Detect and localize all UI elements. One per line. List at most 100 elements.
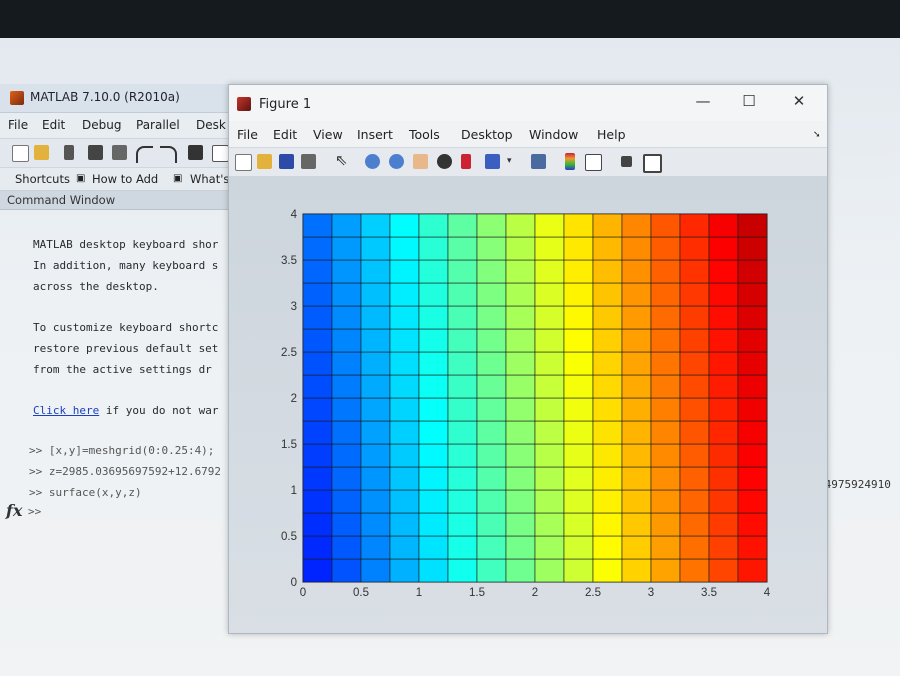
- menu-overflow-icon[interactable]: ➘: [813, 130, 821, 140]
- save-icon[interactable]: [279, 154, 294, 169]
- surface-cell: [360, 397, 391, 422]
- new-figure-icon[interactable]: [235, 154, 252, 171]
- menu-parallel[interactable]: Parallel: [136, 118, 180, 132]
- menu-debug[interactable]: Debug: [82, 118, 121, 132]
- surface-cell: [389, 213, 420, 238]
- surface-cell: [389, 420, 420, 445]
- fig-menu-tools[interactable]: Tools: [409, 127, 440, 142]
- surface-cell: [679, 328, 710, 353]
- surface-plot: 0 0.5 1 1.5 2 2.5 3 3.5 4 0 0.5 1 1.5 2 2.5 3 3.5 4: [281, 209, 771, 599]
- colorbar-icon[interactable]: [565, 153, 575, 170]
- matlab-titlebar: MATLAB 7.10.0 (R2010a): [0, 84, 232, 113]
- menu-desktop[interactable]: Desk: [196, 118, 226, 132]
- zoom-in-icon[interactable]: [365, 154, 380, 169]
- surface-cell: [360, 213, 391, 238]
- link-plot-icon[interactable]: [531, 154, 546, 169]
- surface-cell: [360, 489, 391, 514]
- x-tick-label: 0: [300, 587, 306, 599]
- surface-cell: [447, 351, 478, 376]
- command-prompt[interactable]: >>: [28, 505, 41, 518]
- cut-icon[interactable]: [64, 145, 74, 160]
- surface-cell: [331, 512, 362, 537]
- print-icon[interactable]: [301, 154, 316, 169]
- shortcuts-label[interactable]: Shortcuts: [15, 172, 70, 186]
- surface-cell: [650, 374, 681, 399]
- show-plot-tools-icon[interactable]: [643, 154, 662, 173]
- surface-cell: [476, 213, 507, 238]
- x-tick-label: 3.5: [701, 587, 717, 599]
- surface-cell: [563, 282, 594, 307]
- fig-menu-desktop[interactable]: Desktop: [461, 127, 513, 142]
- surface-cell: [389, 351, 420, 376]
- open-file-icon[interactable]: [257, 154, 272, 169]
- brush-dropdown-icon[interactable]: ▾: [507, 156, 522, 171]
- simulink-icon[interactable]: [188, 145, 203, 160]
- new-file-icon[interactable]: [12, 145, 29, 162]
- x-tick-labels: 0 0.5 1 1.5 2 2.5 3 3.5 4: [300, 587, 771, 599]
- surface-cell: [534, 351, 565, 376]
- undo-icon[interactable]: [136, 146, 153, 163]
- intro-line: In addition, many keyboard s: [33, 259, 219, 272]
- surface-cell: [592, 558, 623, 583]
- surface-cell: [563, 558, 594, 583]
- pan-hand-icon[interactable]: [413, 154, 428, 169]
- guide-icon[interactable]: [212, 145, 229, 162]
- surface-cell: [621, 397, 652, 422]
- surface-cell: [302, 489, 333, 514]
- fig-menu-help[interactable]: Help: [597, 127, 626, 142]
- figure-title: Figure 1: [259, 97, 312, 112]
- surface-cell: [302, 236, 333, 261]
- surface-cell: [505, 397, 536, 422]
- hide-plot-tools-icon[interactable]: [621, 156, 632, 167]
- paste-icon[interactable]: [112, 145, 127, 160]
- surface-cell: [708, 512, 739, 537]
- fig-menu-edit[interactable]: Edit: [273, 127, 297, 142]
- surface-cell: [389, 466, 420, 491]
- shortcut-how-to-add[interactable]: How to Add: [92, 172, 158, 186]
- redo-icon[interactable]: [160, 146, 177, 163]
- fig-menu-file[interactable]: File: [237, 127, 258, 142]
- open-folder-icon[interactable]: [34, 145, 49, 160]
- click-here-link[interactable]: Click here: [33, 404, 99, 417]
- surface-cell: [476, 236, 507, 261]
- shortcut-whats-new[interactable]: What's: [190, 172, 229, 186]
- data-cursor-icon[interactable]: [461, 154, 471, 169]
- surface-cell: [592, 443, 623, 468]
- brush-icon[interactable]: [485, 154, 500, 169]
- zoom-out-icon[interactable]: [389, 154, 404, 169]
- surface-cell: [360, 466, 391, 491]
- fig-menu-insert[interactable]: Insert: [357, 127, 393, 142]
- surface-cell: [476, 259, 507, 284]
- surface-cell: [476, 420, 507, 445]
- legend-icon[interactable]: [585, 154, 602, 171]
- surface-cell: [476, 466, 507, 491]
- surface-cell: [592, 351, 623, 376]
- surface-cell: [389, 282, 420, 307]
- surface-cell: [360, 351, 391, 376]
- surface-cell: [621, 213, 652, 238]
- fig-menu-view[interactable]: View: [313, 127, 343, 142]
- rotate-3d-icon[interactable]: [437, 154, 452, 169]
- surface-cell: [621, 512, 652, 537]
- copy-icon[interactable]: [88, 145, 103, 160]
- custom-line: from the active settings dr: [33, 363, 212, 376]
- menu-edit[interactable]: Edit: [42, 118, 65, 132]
- surface-cell: [302, 397, 333, 422]
- surface-cell: [708, 213, 739, 238]
- surface-cell: [505, 512, 536, 537]
- menu-file[interactable]: File: [8, 118, 28, 132]
- minimize-button[interactable]: —: [689, 91, 717, 111]
- maximize-button[interactable]: ☐: [735, 91, 763, 111]
- surface-cell: [476, 535, 507, 560]
- fig-menu-window[interactable]: Window: [529, 127, 578, 142]
- fx-icon[interactable]: fx: [6, 501, 22, 520]
- surface-cell: [302, 259, 333, 284]
- y-tick-labels: 0 0.5 1 1.5 2 2.5 3 3.5 4: [281, 209, 298, 589]
- surface-cell: [476, 512, 507, 537]
- surface-cell: [476, 374, 507, 399]
- y-tick-label: 2.5: [281, 347, 297, 359]
- close-button[interactable]: ✕: [785, 91, 813, 111]
- surface-cell: [563, 443, 594, 468]
- surface-cell: [737, 351, 768, 376]
- select-arrow-icon[interactable]: ⇖: [335, 153, 350, 168]
